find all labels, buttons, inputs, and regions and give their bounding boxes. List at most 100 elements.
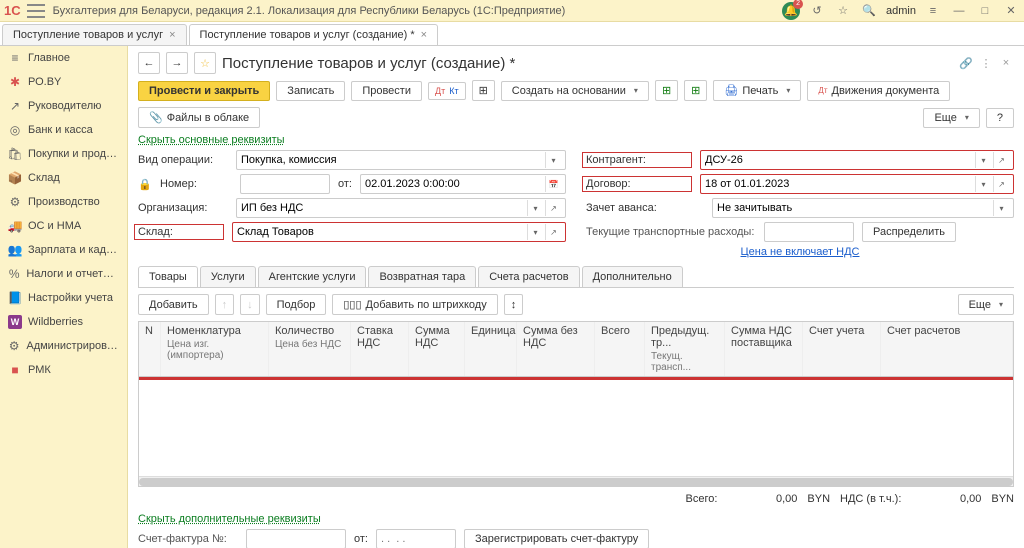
post-and-close-button[interactable]: Провести и закрыть — [138, 81, 270, 101]
dt-kt-button[interactable]: ДтКт — [428, 82, 466, 100]
contract-field[interactable]: ▾ ↗ — [700, 174, 1014, 194]
minimize-icon[interactable]: — — [950, 2, 968, 20]
tab-services[interactable]: Услуги — [200, 266, 256, 287]
maximize-icon[interactable]: □ — [976, 2, 994, 20]
open-icon[interactable]: ↗ — [993, 152, 1009, 168]
barcode-button[interactable]: ▯▯▯Добавить по штрихкоду — [332, 294, 497, 315]
tab-document-list[interactable]: Поступление товаров и услуг× — [2, 24, 187, 45]
nav-back-button[interactable]: ← — [138, 52, 160, 74]
post-button[interactable]: Провести — [351, 81, 422, 101]
number-field[interactable] — [240, 174, 330, 194]
close-icon[interactable]: × — [421, 29, 427, 41]
hide-extra-link[interactable]: Скрыть дополнительные реквизиты — [138, 513, 321, 525]
sidebar-item-settings[interactable]: 📘Настройки учета — [0, 286, 127, 310]
sidebar-item-roby[interactable]: ✱РО.BY — [0, 70, 127, 94]
more-button[interactable]: Еще — [923, 108, 979, 128]
more-button[interactable]: Еще — [958, 294, 1014, 315]
sidebar-item-taxes[interactable]: %Налоги и отчетность — [0, 262, 127, 286]
dropdown-icon[interactable]: ▾ — [993, 200, 1009, 216]
col-nomenclature[interactable]: НоменклатураЦена изг. (импортера) — [161, 322, 269, 376]
move-up-button[interactable]: ↑ — [215, 294, 235, 315]
sidebar-item-warehouse[interactable]: 📦Склад — [0, 166, 127, 190]
move-down-button[interactable]: ↓ — [240, 294, 260, 315]
sidebar-item-wildberries[interactable]: WWildberries — [0, 310, 127, 334]
close-window-icon[interactable]: ✕ — [1002, 2, 1020, 20]
col-account[interactable]: Счет учета — [803, 322, 881, 376]
dropdown-icon[interactable]: ▾ — [527, 224, 543, 240]
sidebar-item-production[interactable]: ⚙Производство — [0, 190, 127, 214]
search-icon[interactable]: 🔍 — [860, 2, 878, 20]
tab-returnable[interactable]: Возвратная тара — [368, 266, 476, 287]
operation-field[interactable]: ▾ — [236, 150, 566, 170]
help-button[interactable]: ? — [986, 108, 1014, 128]
horizontal-scrollbar[interactable] — [139, 476, 1013, 486]
create-based-button[interactable]: Создать на основании — [501, 81, 649, 101]
tab-document-create[interactable]: Поступление товаров и услуг (создание) *… — [189, 24, 439, 45]
tab-goods[interactable]: Товары — [138, 266, 198, 287]
print-button[interactable]: 🖨Печать — [713, 80, 801, 101]
sidebar-item-purchases[interactable]: 🛍Покупки и продажи — [0, 142, 127, 166]
add-row-button[interactable]: Добавить — [138, 294, 209, 315]
favorite-button[interactable]: ☆ — [194, 52, 216, 74]
tab-settlement[interactable]: Счета расчетов — [478, 266, 579, 287]
sidebar-item-bank[interactable]: ◎Банк и касса — [0, 118, 127, 142]
col-vat-rate[interactable]: Ставка НДС — [351, 322, 409, 376]
cloud-files-button[interactable]: 📎Файлы в облаке — [138, 107, 260, 128]
org-field[interactable]: ▾ ↗ — [236, 198, 566, 218]
sidebar-item-rmk[interactable]: ■РМК — [0, 358, 127, 382]
col-prev-transp[interactable]: Предыдущ. тр...Текущ. трансп... — [645, 322, 725, 376]
pick-button[interactable]: Подбор — [266, 294, 327, 315]
close-icon[interactable]: × — [169, 29, 175, 41]
nav-forward-button[interactable]: → — [166, 52, 188, 74]
excel2-button[interactable]: ⊞ — [684, 80, 707, 101]
invoice-num-field[interactable] — [246, 529, 346, 548]
close-content-icon[interactable]: × — [998, 55, 1014, 71]
open-icon[interactable]: ↗ — [993, 176, 1009, 192]
sidebar-item-main[interactable]: ≡Главное — [0, 46, 127, 70]
tab-additional[interactable]: Дополнительно — [582, 266, 683, 287]
warehouse-field[interactable]: ▾ ↗ — [232, 222, 566, 242]
col-vat-sum[interactable]: Сумма НДС — [409, 322, 465, 376]
open-icon[interactable]: ↗ — [545, 200, 561, 216]
price-vat-link[interactable]: Цена не включает НДС — [741, 246, 860, 258]
register-invoice-button[interactable]: Зарегистрировать счет-фактуру — [464, 529, 649, 548]
counterparty-field[interactable]: ▾ ↗ — [700, 150, 1014, 170]
date-field[interactable]: 📅 — [360, 174, 566, 194]
grid-body[interactable] — [139, 380, 1013, 476]
hamburger-icon[interactable] — [27, 4, 45, 18]
structure-button[interactable]: ⊞ — [472, 80, 495, 101]
col-supplier-vat[interactable]: Сумма НДС поставщика — [725, 322, 803, 376]
col-qty[interactable]: КоличествоЦена без НДС — [269, 322, 351, 376]
link-icon[interactable]: 🔗 — [958, 55, 974, 71]
save-button[interactable]: Записать — [276, 81, 345, 101]
col-total[interactable]: Всего — [595, 322, 645, 376]
movements-button[interactable]: ДтДвижения документа — [807, 81, 950, 101]
calendar-icon[interactable]: 📅 — [545, 176, 561, 192]
dropdown-icon[interactable]: ▾ — [545, 152, 561, 168]
dropdown-icon[interactable]: ▾ — [975, 152, 991, 168]
sidebar-item-manager[interactable]: ↗Руководителю — [0, 94, 127, 118]
col-unit[interactable]: Единица — [465, 322, 517, 376]
invoice-date-field[interactable]: 📅 — [376, 529, 456, 548]
notification-bell-icon[interactable]: 🔔2 — [782, 2, 800, 20]
settings-icon[interactable]: ≡ — [924, 2, 942, 20]
sidebar-item-salary[interactable]: 👥Зарплата и кадры — [0, 238, 127, 262]
col-n[interactable]: N — [139, 322, 161, 376]
col-sum-novat[interactable]: Сумма без НДС — [517, 322, 595, 376]
star-icon[interactable]: ☆ — [834, 2, 852, 20]
tab-agent[interactable]: Агентские услуги — [258, 266, 367, 287]
grid-action-button[interactable]: ↕ — [504, 294, 524, 315]
sidebar-item-admin[interactable]: ⚙Администрирование — [0, 334, 127, 358]
distribute-button[interactable]: Распределить — [862, 222, 956, 242]
open-icon[interactable]: ↗ — [545, 224, 561, 240]
dropdown-icon[interactable]: ▾ — [975, 176, 991, 192]
transport-field[interactable]: 🖩 — [764, 222, 854, 242]
col-settlement-account[interactable]: Счет расчетов — [881, 322, 1013, 376]
history-icon[interactable]: ↺ — [808, 2, 826, 20]
hide-main-link[interactable]: Скрыть основные реквизиты — [138, 134, 285, 146]
excel-button[interactable]: ⊞ — [655, 80, 678, 101]
sidebar-item-assets[interactable]: 🚚ОС и НМА — [0, 214, 127, 238]
dropdown-icon[interactable]: ▾ — [527, 200, 543, 216]
advance-field[interactable]: ▾ — [712, 198, 1014, 218]
pin-icon[interactable]: ⋮ — [978, 55, 994, 71]
